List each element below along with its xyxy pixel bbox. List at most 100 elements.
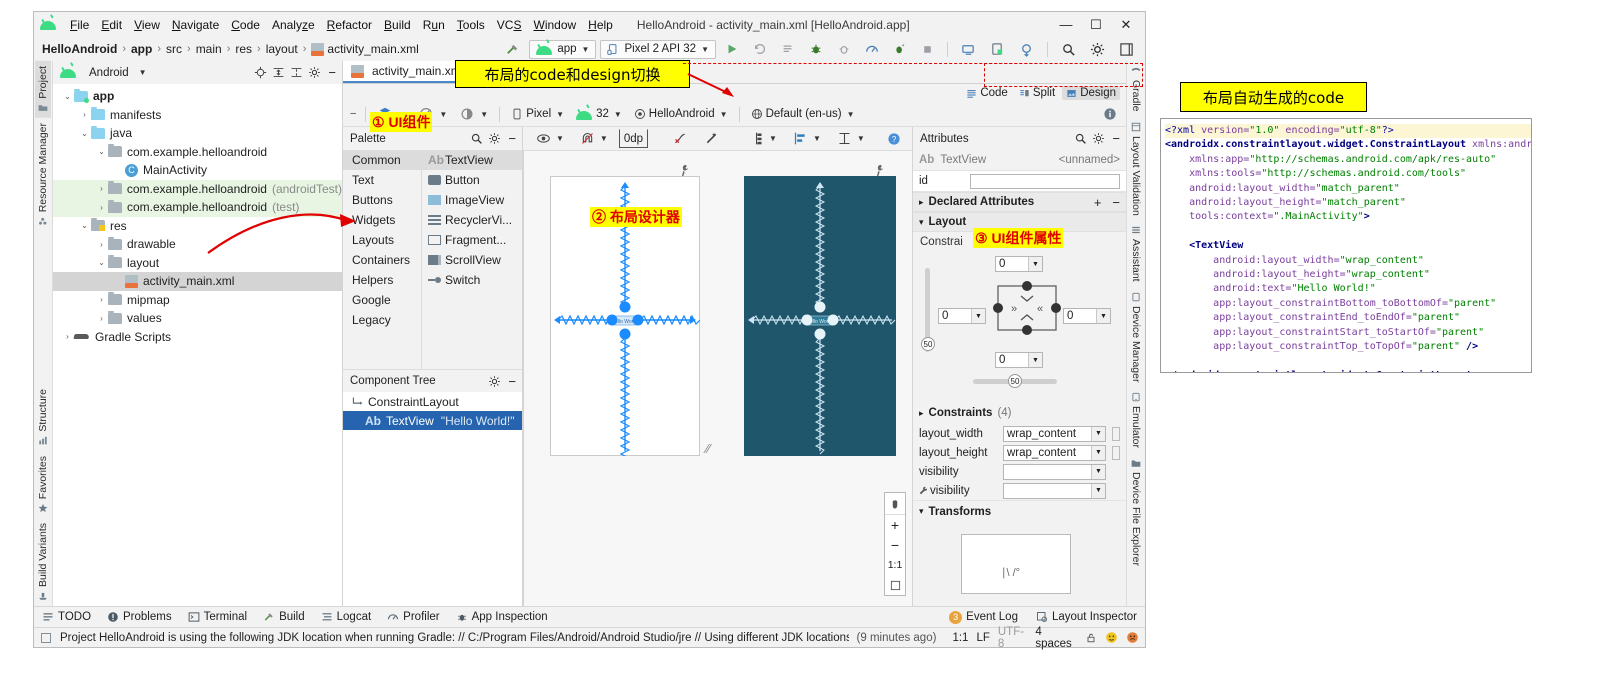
palette-item-textview[interactable]: Ab TextView <box>422 150 522 170</box>
breadcrumb-item-layout[interactable]: layout <box>266 42 298 56</box>
resize-handle-icon[interactable]: ⁄⁄ <box>706 441 710 456</box>
breadcrumb-item-main[interactable]: main <box>196 42 222 56</box>
declared-attributes-section[interactable]: ▸ Declared Attributes + − <box>913 192 1126 212</box>
tool-window-todo[interactable]: TODO <box>42 611 91 623</box>
tree-expand-arrow[interactable]: ⌄ <box>78 221 91 230</box>
horizontal-bias-value[interactable]: 50 <box>1008 374 1022 388</box>
tree-item[interactable]: › mipmap <box>53 291 342 310</box>
settings-gear-icon[interactable] <box>488 375 501 388</box>
sidebar-item-resource-manager[interactable]: Resource Manager <box>35 118 51 231</box>
chevron-down-icon[interactable]: ▼ <box>971 309 985 323</box>
sidebar-item-layout-validation[interactable]: Layout Validation <box>1128 117 1144 221</box>
guidelines-icon[interactable]: ▼ <box>832 129 870 148</box>
profiler-icon[interactable] <box>860 40 884 59</box>
hide-minus-icon[interactable]: − <box>506 131 518 146</box>
tree-item[interactable]: C MainActivity <box>53 161 342 180</box>
theme-icon[interactable]: ▼ <box>454 105 493 124</box>
zoom-out-button[interactable]: − <box>885 535 905 555</box>
search-icon[interactable] <box>470 132 483 145</box>
palette-item-scrollview[interactable]: ScrollView <box>422 250 522 270</box>
breadcrumb-item-project[interactable]: HelloAndroid <box>42 42 117 56</box>
constraint-bottom-field[interactable]: 0 ▼ <box>995 352 1043 368</box>
tool-window-items[interactable]: TODO Problems Terminal Build Logcat Profiler A… <box>42 611 548 623</box>
breadcrumb-item-file[interactable]: activity_main.xml <box>327 42 418 56</box>
tool-window-event-log[interactable]: 3 Event Log <box>949 610 1018 624</box>
blueprint-preview-device[interactable]: Hello World! <box>744 176 896 456</box>
pack-align-icon[interactable]: ▼ <box>744 129 782 148</box>
search-icon[interactable] <box>1074 132 1087 145</box>
sidebar-item-build-variants[interactable]: Build Variants <box>35 518 51 606</box>
menu-item-vcs[interactable]: VCS <box>491 16 528 34</box>
chevron-down-icon[interactable]: ▼ <box>1028 353 1042 367</box>
generated-xml-code-panel[interactable]: <?xml version="1.0" encoding="utf-8"?> <a… <box>1160 118 1532 373</box>
add-attribute-button[interactable]: + <box>1094 195 1102 210</box>
palette-items[interactable]: Ab TextView Button ImageView RecyclerVi... Fr… <box>421 150 522 369</box>
constraints-section[interactable]: ▸ Constraints (4) <box>913 402 1126 424</box>
tree-item[interactable]: ⌄ app <box>53 87 342 106</box>
menu-item-run[interactable]: Run <box>417 16 451 34</box>
tree-expand-arrow[interactable]: › <box>95 203 108 212</box>
infer-constraints-magic-icon[interactable] <box>699 129 724 148</box>
tree-expand-arrow[interactable]: › <box>95 314 108 323</box>
sidebar-item-device-file-explorer[interactable]: Device File Explorer <box>1128 453 1144 571</box>
settings-gear-icon[interactable] <box>308 66 321 79</box>
tree-expand-arrow[interactable]: ⌄ <box>78 129 91 138</box>
zoom-to-fit-icon[interactable] <box>885 575 905 595</box>
tree-expand-arrow[interactable]: ⌄ <box>95 147 108 156</box>
project-tree[interactable]: ⌄ app › manifests ⌄ java ⌄ com.example.helloand… <box>53 84 342 606</box>
breadcrumb-item-app[interactable]: app <box>131 42 152 56</box>
theme-dropdown[interactable]: HelloAndroid ▼ <box>629 105 733 124</box>
menu-item-refactor[interactable]: Refactor <box>321 16 378 34</box>
tree-expand-arrow[interactable]: ⌄ <box>61 92 74 101</box>
tree-expand-arrow[interactable]: › <box>61 332 74 341</box>
tool-window-terminal[interactable]: Terminal <box>188 611 247 623</box>
sidebar-item-assistant[interactable]: Assistant <box>1128 220 1144 287</box>
attribute-row-layout_height[interactable]: layout_height wrap_content ▼ <box>913 443 1126 462</box>
stop-button[interactable] <box>916 40 939 59</box>
tool-window-profiler[interactable]: Profiler <box>387 611 440 623</box>
sdk-manager-icon[interactable] <box>985 40 1010 59</box>
help-question-icon[interactable]: ? <box>882 129 906 148</box>
attribute-value-combo[interactable]: ▼ <box>1003 463 1106 480</box>
device-selector[interactable]: Pixel 2 API 32 ▼ <box>600 39 716 59</box>
tree-item[interactable]: ⌄ com.example.helloandroid <box>53 143 342 162</box>
eye-view-options-icon[interactable]: ▼ <box>531 129 569 148</box>
project-view-selector[interactable]: Android <box>89 67 129 79</box>
sidebar-item-project[interactable]: Project <box>35 61 51 118</box>
line-separator[interactable]: LF <box>976 632 989 644</box>
palette-category-legacy[interactable]: Legacy <box>343 310 421 330</box>
attribute-value-combo[interactable]: ▼ <box>1003 482 1106 499</box>
breadcrumb-item-src[interactable]: src <box>166 42 182 56</box>
breadcrumb-item-res[interactable]: res <box>235 42 252 56</box>
inspection-smiley-icon[interactable] <box>1105 631 1118 644</box>
menu-item-navigate[interactable]: Navigate <box>166 16 225 34</box>
sidebar-item-emulator[interactable]: Emulator <box>1128 387 1144 453</box>
palette-category-common[interactable]: Common <box>343 150 421 170</box>
api-level-dropdown[interactable]: 32 ▼ <box>571 105 627 124</box>
menu-item-analyze[interactable]: Analyze <box>266 16 321 34</box>
lock-icon[interactable] <box>1085 632 1097 644</box>
gradle-sync-icon[interactable] <box>1014 40 1039 59</box>
chevron-down-icon[interactable]: ▼ <box>1028 257 1042 271</box>
zoom-level-label[interactable]: 1:1 <box>885 555 905 575</box>
tree-item[interactable]: activity_main.xml <box>53 272 342 291</box>
debug-bug-icon[interactable] <box>804 40 828 59</box>
remove-attribute-button[interactable]: − <box>1106 195 1120 210</box>
attribute-row-visibility[interactable]: visibility ▼ <box>913 481 1126 500</box>
clear-constraints-icon[interactable] <box>668 129 693 148</box>
palette-category-text[interactable]: Text <box>343 170 421 190</box>
tool-window-layout-inspector[interactable]: Layout Inspector <box>1036 611 1137 623</box>
checkbox-icon[interactable] <box>40 632 52 644</box>
caret-position[interactable]: 1:1 <box>952 632 968 644</box>
zoom-in-button[interactable]: + <box>885 515 905 535</box>
tree-item[interactable]: › Gradle Scripts <box>53 328 342 347</box>
run-button[interactable] <box>720 40 744 59</box>
tool-window-logcat[interactable]: Logcat <box>321 611 371 623</box>
run-with-coverage-icon[interactable] <box>888 40 912 59</box>
attach-debugger-icon[interactable] <box>832 40 856 59</box>
tree-expand-arrow[interactable]: › <box>95 295 108 304</box>
settings-gear-icon[interactable] <box>488 132 501 145</box>
sidebar-item-device-manager[interactable]: Device Manager <box>1128 287 1144 387</box>
id-field[interactable] <box>970 173 1120 189</box>
tree-item[interactable]: › values <box>53 309 342 328</box>
